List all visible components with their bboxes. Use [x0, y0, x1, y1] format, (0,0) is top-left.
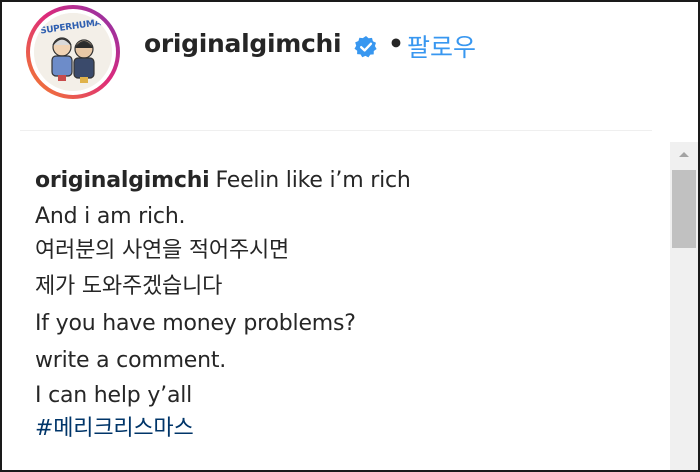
avatar[interactable]: SUPERHUMANS — [34, 13, 112, 91]
verified-check-icon — [354, 36, 377, 58]
scroll-up-arrow-icon — [679, 152, 689, 157]
follow-button[interactable]: 팔로우 — [407, 28, 476, 64]
caption-text: Feelin like i’m rich — [215, 168, 411, 193]
caption-scrollbar[interactable] — [670, 142, 698, 470]
caption-hashtag-line: #메리크리스마스 — [35, 412, 655, 445]
header-username-link[interactable]: originalgimchi — [144, 29, 342, 58]
post-header: SUPERHUMANS originalgimchi • 팔로우 — [2, 2, 698, 99]
caption-line: If you have money problems? — [35, 311, 356, 336]
scrollbar-thumb[interactable] — [672, 170, 696, 248]
post-caption: originalgimchi Feelin like i’m rich And i… — [35, 162, 655, 445]
avatar-story-ring[interactable]: SUPERHUMANS — [26, 5, 120, 99]
caption-line: I can help y’all — [35, 383, 193, 408]
caption-line: And i am rich. — [35, 204, 186, 229]
instagram-post-panel: SUPERHUMANS originalgimchi • 팔로우 origina… — [0, 0, 700, 472]
caption-line-first: originalgimchi Feelin like i’m rich — [35, 162, 655, 200]
header-divider — [20, 130, 652, 131]
caption-line: 제가 도와주겠습니다 — [35, 274, 223, 299]
avatar-ring-gap: SUPERHUMANS — [30, 9, 116, 95]
caption-username-link[interactable]: originalgimchi — [35, 168, 210, 193]
caption-line: 여러분의 사연을 적어주시면 — [35, 238, 290, 263]
scroll-up-button[interactable] — [670, 142, 698, 166]
header-separator-dot: • — [388, 29, 404, 58]
caption-line: write a comment. — [35, 348, 227, 373]
hashtag-link[interactable]: #메리크리스마스 — [35, 416, 194, 441]
